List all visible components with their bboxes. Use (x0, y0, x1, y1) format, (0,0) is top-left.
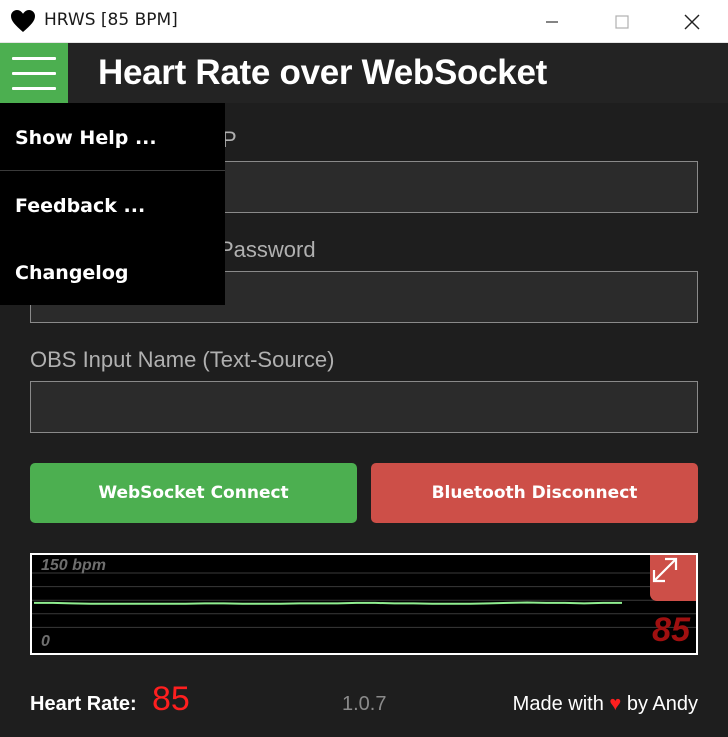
chart-current-value: 85 (652, 611, 690, 649)
menu-item-feedback[interactable]: Feedback ... (0, 172, 225, 239)
expand-chart-button[interactable] (650, 555, 696, 601)
hamburger-icon (12, 57, 56, 60)
bluetooth-disconnect-button[interactable]: Bluetooth Disconnect (371, 463, 698, 523)
obs-input-name-input[interactable] (30, 381, 698, 433)
nav-dropdown-menu: Show Help ... Feedback ... Changelog (0, 103, 225, 305)
minimize-icon (546, 20, 558, 23)
chart-min-label: 0 (41, 633, 50, 650)
maximize-button[interactable] (588, 0, 656, 43)
hamburger-icon (12, 72, 56, 75)
menu-item-show-help[interactable]: Show Help ... (0, 104, 225, 171)
heart-rate-chart: 150 bpm 0 85 (30, 553, 698, 655)
obs-input-name-label: OBS Input Name (Text-Source) (30, 347, 335, 372)
hamburger-icon (12, 87, 56, 90)
menu-item-changelog[interactable]: Changelog (0, 239, 225, 306)
credits-prefix: Made with (512, 693, 604, 715)
window-titlebar: HRWS [85 BPM] (0, 0, 728, 43)
expand-icon (652, 557, 678, 583)
obs-password-label: Password (219, 237, 316, 262)
credits-suffix: by Andy (626, 693, 698, 715)
menu-toggle-button[interactable] (0, 43, 68, 103)
heart-icon: ♥ (609, 693, 622, 715)
heart-rate-label: Heart Rate: (30, 693, 137, 715)
chart-max-label: 150 bpm (41, 557, 106, 574)
app-header: Heart Rate over WebSocket (0, 43, 728, 103)
page-title: Heart Rate over WebSocket (98, 53, 547, 92)
minimize-button[interactable] (518, 0, 586, 43)
window-title: HRWS [85 BPM] (44, 10, 178, 30)
menu-divider (0, 170, 225, 171)
version-label: 1.0.7 (342, 693, 387, 715)
websocket-connect-button[interactable]: WebSocket Connect (30, 463, 357, 523)
maximize-icon (615, 14, 629, 29)
close-icon (684, 14, 700, 29)
heart-rate-series-line (34, 601, 622, 605)
close-button[interactable] (658, 0, 726, 43)
heart-rate-value: 85 (152, 680, 190, 718)
credits: Made with ♥ by Andy (513, 693, 698, 716)
heart-icon (11, 10, 35, 32)
heart-rate-chart-plot (32, 572, 696, 628)
